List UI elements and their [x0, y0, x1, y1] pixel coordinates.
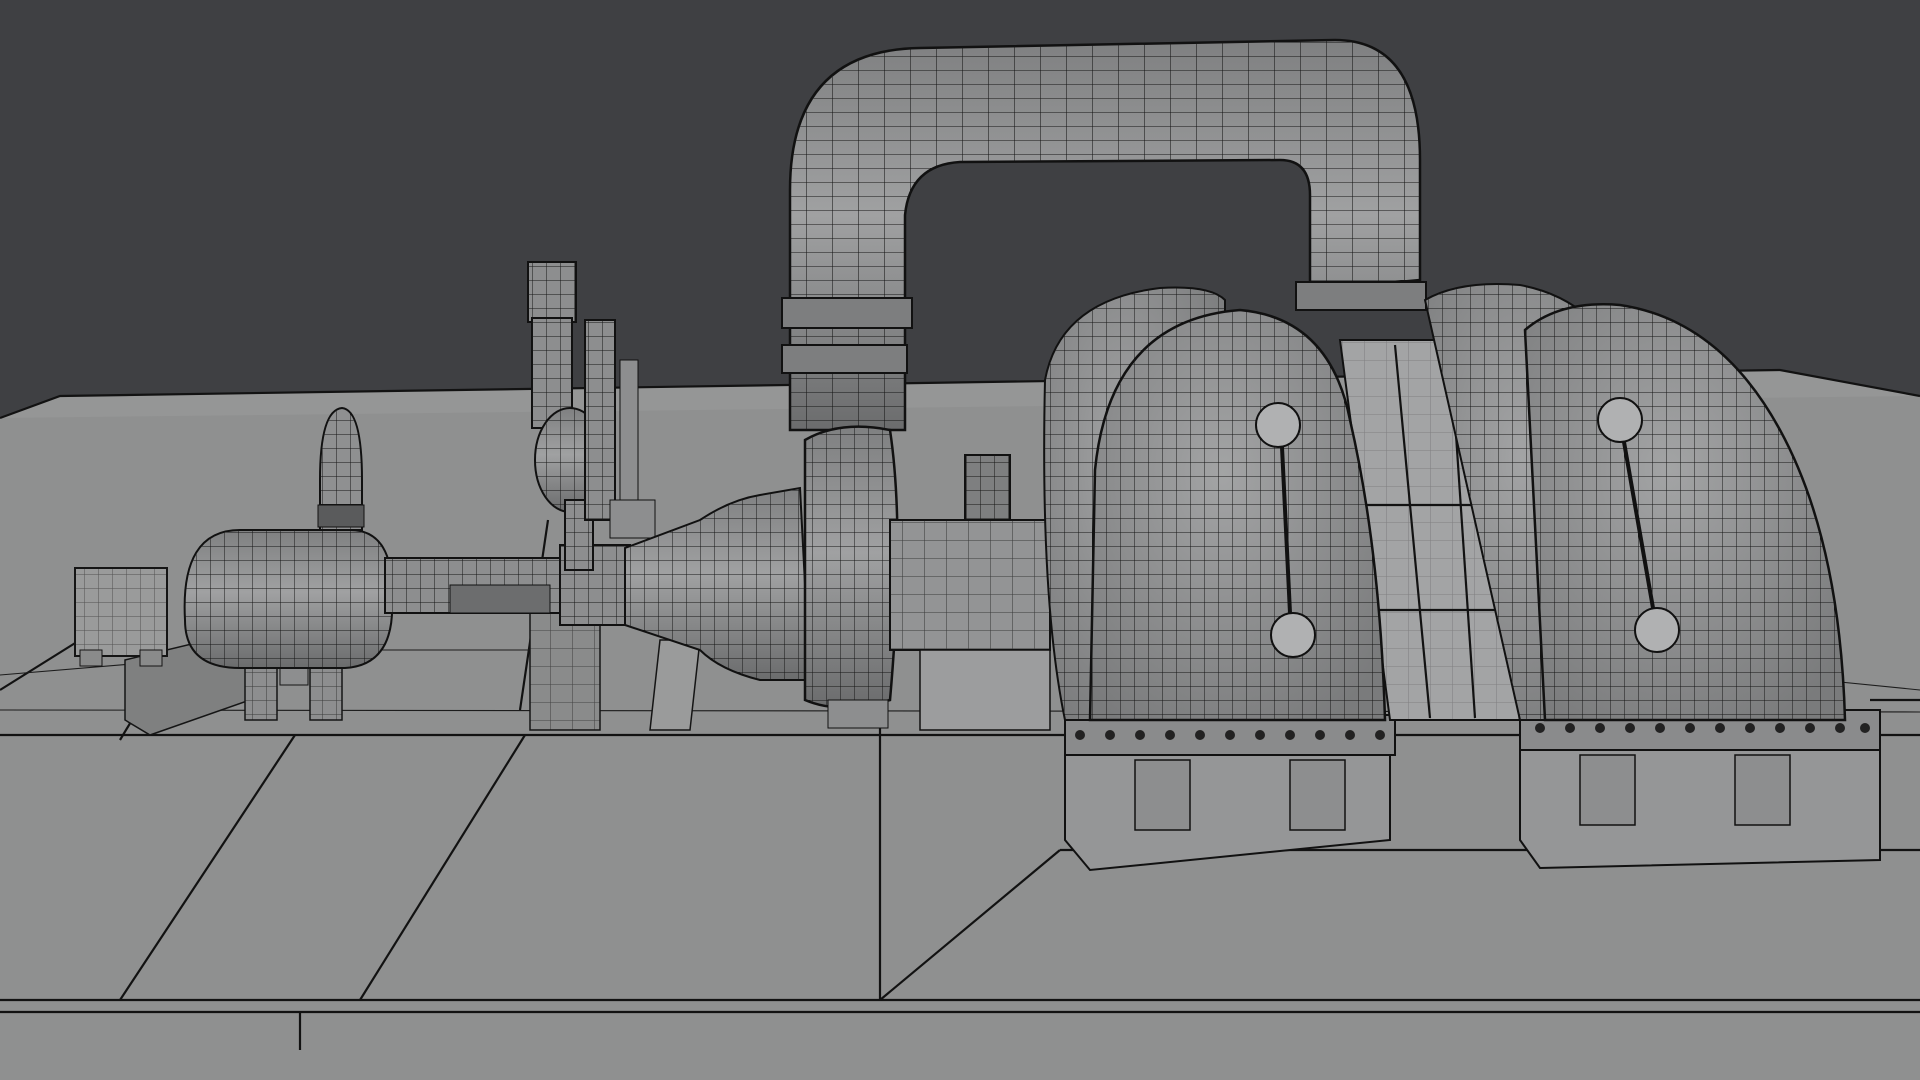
- turbine-disk-casing: [803, 425, 899, 729]
- oil-pump-box: [74, 567, 168, 667]
- 3d-viewport[interactable]: [0, 0, 1920, 1080]
